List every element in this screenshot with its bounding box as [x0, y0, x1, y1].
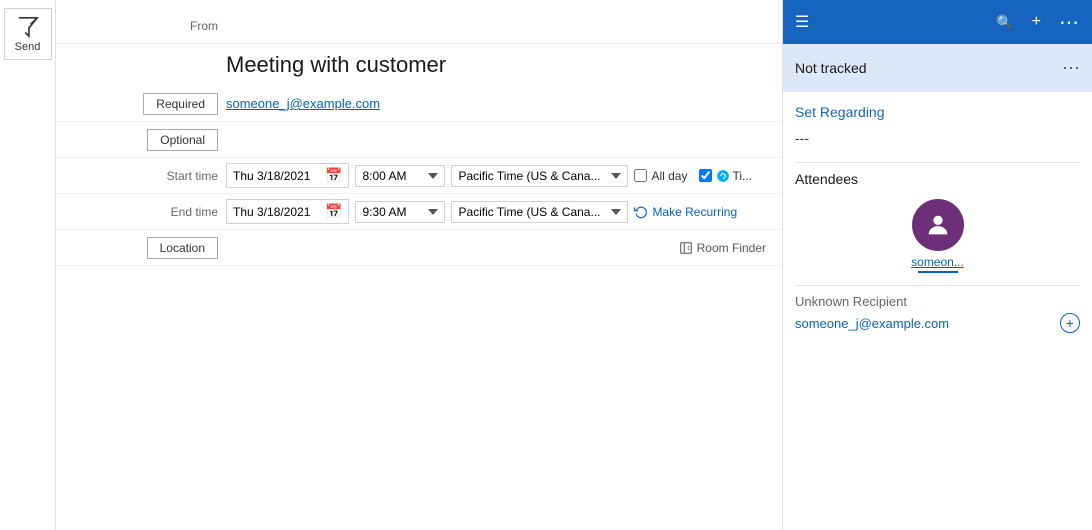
from-label: From: [190, 19, 218, 33]
skype-checkbox[interactable]: [699, 169, 712, 182]
end-timezone-select[interactable]: Pacific Time (US & Cana... Eastern Time …: [451, 201, 628, 223]
skype-area: Ti...: [699, 169, 752, 183]
start-calendar-icon[interactable]: 📅: [325, 167, 342, 184]
make-recurring-button[interactable]: Make Recurring: [634, 205, 737, 219]
optional-email-input[interactable]: [226, 128, 774, 151]
required-content: [226, 88, 782, 119]
send-button[interactable]: Send: [4, 8, 52, 60]
from-label-area: From: [56, 19, 226, 33]
start-time-select[interactable]: 8:00 AM 8:30 AM 9:00 AM: [355, 165, 445, 187]
header-right-icons: 🔍 + ⋯: [996, 10, 1080, 35]
optional-content: [226, 124, 782, 155]
allday-area: All day: [634, 169, 687, 183]
add-icon-header[interactable]: +: [1032, 13, 1041, 31]
not-tracked-more-button[interactable]: ⋯: [1062, 58, 1080, 79]
start-timezone-select[interactable]: Pacific Time (US & Cana... Eastern Time …: [451, 165, 628, 187]
hamburger-icon[interactable]: ☰: [795, 12, 809, 32]
location-row: Location Room Finder: [56, 230, 782, 266]
end-date-input[interactable]: [233, 205, 321, 219]
start-time-label-area: Start time: [56, 169, 226, 183]
skype-icon: [716, 169, 730, 183]
more-menu-icon[interactable]: ⋯: [1059, 10, 1080, 35]
start-time-content: 📅 8:00 AM 8:30 AM 9:00 AM Pacific Time (…: [226, 159, 782, 192]
not-tracked-bar: Not tracked ⋯: [783, 44, 1092, 92]
optional-row: Optional: [56, 122, 782, 158]
end-time-select[interactable]: 9:30 AM 10:00 AM: [355, 201, 445, 223]
allday-label: All day: [651, 169, 687, 183]
title-row: Meeting with customer: [56, 44, 782, 86]
location-content: Room Finder: [226, 232, 782, 263]
header-icons: ☰: [795, 12, 809, 32]
required-email-input[interactable]: [226, 92, 774, 115]
end-calendar-icon[interactable]: 📅: [325, 203, 342, 220]
dash-text: ---: [795, 130, 1080, 146]
recipient-row: someone_j@example.com +: [795, 313, 1080, 333]
separator-2: [795, 285, 1080, 286]
from-row: From: [56, 8, 782, 44]
start-time-row: Start time 📅 8:00 AM 8:30 AM 9:00 AM Pac…: [56, 158, 782, 194]
end-time-label-area: End time: [56, 205, 226, 219]
recurring-icon: [634, 205, 648, 219]
end-time-content: 📅 9:30 AM 10:00 AM Pacific Time (US & Ca…: [226, 195, 782, 228]
unknown-recipient-label: Unknown Recipient: [795, 294, 1080, 309]
end-time-row: End time 📅 9:30 AM 10:00 AM Pacific Time…: [56, 194, 782, 230]
room-finder-icon: [679, 241, 693, 255]
right-panel: ☰ 🔍 + ⋯ Not tracked ⋯ Set Regarding --- …: [782, 0, 1092, 530]
search-icon[interactable]: 🔍: [996, 14, 1013, 31]
attendees-label: Attendees: [795, 171, 1080, 187]
start-date-field: 📅: [226, 163, 349, 188]
attendee-name[interactable]: someon...: [911, 255, 964, 269]
send-panel: Send: [0, 0, 56, 530]
not-tracked-text: Not tracked: [795, 60, 867, 76]
room-finder-button[interactable]: Room Finder: [671, 237, 774, 259]
avatar: [912, 199, 964, 251]
end-date-field: 📅: [226, 199, 349, 224]
meeting-title: Meeting with customer: [226, 52, 446, 78]
set-regarding-link[interactable]: Set Regarding: [795, 104, 1080, 120]
allday-checkbox[interactable]: [634, 169, 647, 182]
avatar-icon: [924, 211, 952, 239]
main-area: From Meeting with customer Required Opti…: [56, 0, 782, 530]
start-time-label: Start time: [167, 169, 218, 183]
location-label-area: Location: [56, 237, 226, 259]
skype-label: Ti...: [732, 169, 752, 183]
start-date-input[interactable]: [233, 169, 321, 183]
location-button[interactable]: Location: [147, 237, 218, 259]
optional-label-area: Optional: [56, 129, 226, 151]
end-time-label: End time: [171, 205, 218, 219]
send-icon: [17, 16, 39, 38]
attendee-item: someon...: [795, 199, 1080, 273]
required-button[interactable]: Required: [143, 93, 218, 115]
right-content: Set Regarding --- Attendees someon... Un…: [783, 92, 1092, 530]
recipient-email[interactable]: someone_j@example.com: [795, 316, 949, 331]
separator-1: [795, 162, 1080, 163]
location-input[interactable]: [226, 236, 665, 259]
required-row: Required: [56, 86, 782, 122]
attendee-underline: [918, 271, 958, 273]
right-header: ☰ 🔍 + ⋯: [783, 0, 1092, 44]
add-recipient-button[interactable]: +: [1060, 313, 1080, 333]
form-body: From Meeting with customer Required Opti…: [56, 0, 782, 530]
required-label-area: Required: [56, 93, 226, 115]
from-content: [226, 22, 782, 30]
optional-button[interactable]: Optional: [147, 129, 218, 151]
